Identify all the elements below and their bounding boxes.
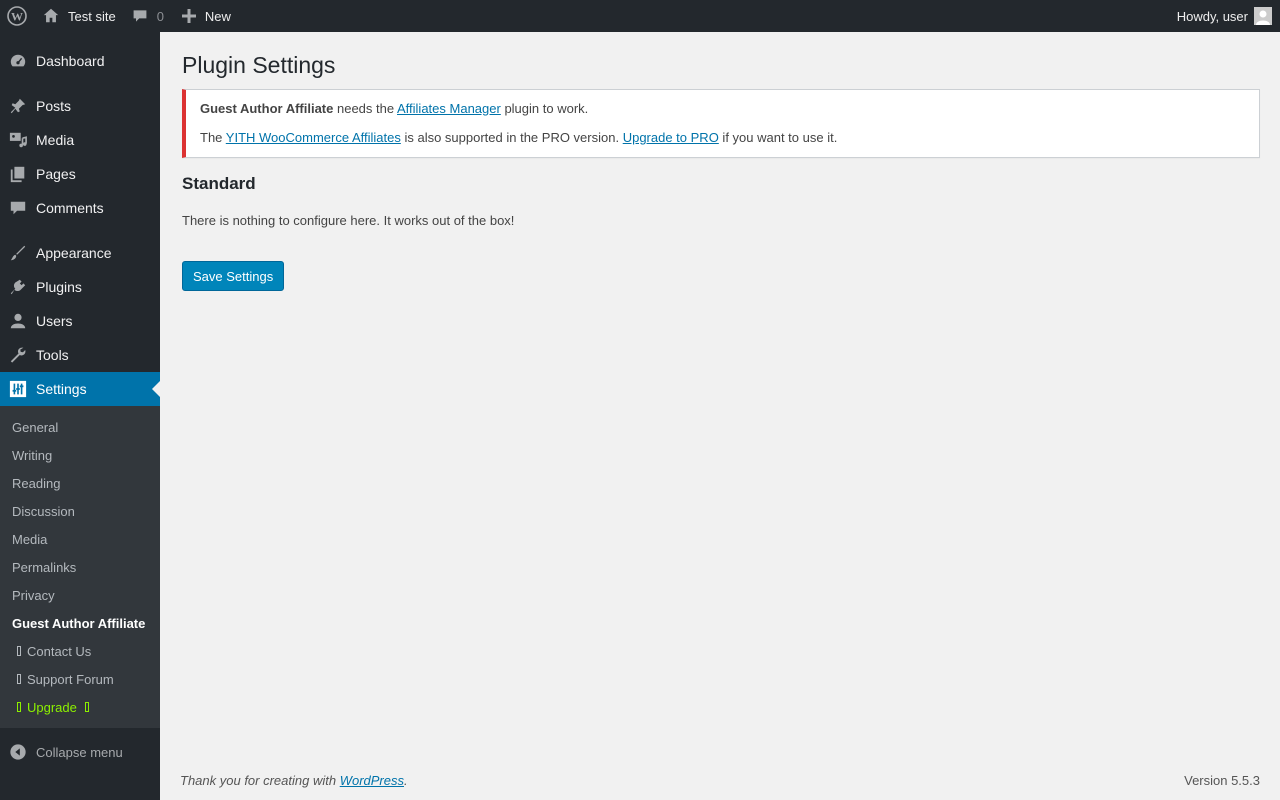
- dashboard-icon: [0, 52, 36, 70]
- sidebar-item-users[interactable]: Users: [0, 304, 160, 338]
- submenu-item-guest-author-affiliate[interactable]: Guest Author Affiliate: [0, 609, 160, 637]
- pages-icon: [0, 165, 36, 183]
- media-icon: [0, 131, 36, 149]
- sidebar-item-label: Comments: [36, 200, 104, 216]
- main-content: Plugin Settings Guest Author Affiliate n…: [182, 32, 1260, 291]
- sidebar-item-label: Appearance: [36, 245, 112, 261]
- footer: Thank you for creating with WordPress. V…: [180, 770, 1260, 790]
- home-icon: [43, 8, 59, 23]
- affiliates-manager-link[interactable]: Affiliates Manager: [397, 101, 501, 116]
- submenu-item-contact-us[interactable]: Contact Us: [0, 637, 160, 665]
- footer-version: Version 5.5.3: [1184, 772, 1260, 788]
- notice-text: needs the: [333, 101, 397, 116]
- notice-text: is also supported in the PRO version.: [400, 130, 623, 145]
- sidebar-item-settings[interactable]: Settings: [0, 372, 160, 406]
- notice-line-1: Guest Author Affiliate needs the Affilia…: [200, 98, 1245, 119]
- submenu-item-label: Contact Us: [27, 643, 92, 659]
- submenu-item-discussion[interactable]: Discussion: [0, 497, 160, 525]
- wordpress-logo-icon[interactable]: W: [0, 0, 34, 32]
- sidebar-item-label: Posts: [36, 98, 72, 114]
- submenu-item-label: Support Forum: [27, 671, 114, 687]
- collapse-menu-label: Collapse menu: [36, 744, 123, 760]
- pin-icon: [0, 97, 36, 115]
- section-title: Standard: [182, 174, 256, 193]
- submenu-item-label: Upgrade: [27, 699, 77, 715]
- page-title: Plugin Settings: [182, 52, 336, 78]
- site-name-link[interactable]: Test site: [34, 0, 124, 32]
- submenu-item-writing[interactable]: Writing: [0, 441, 160, 469]
- notice-text: The: [200, 130, 226, 145]
- sidebar-item-plugins[interactable]: Plugins: [0, 270, 160, 304]
- wordpress-link[interactable]: WordPress: [340, 773, 404, 788]
- sidebar-item-pages[interactable]: Pages: [0, 157, 160, 191]
- submenu-item-permalinks[interactable]: Permalinks: [0, 553, 160, 581]
- comments-count: 0: [156, 8, 164, 24]
- plus-icon: [181, 9, 196, 23]
- brush-icon: [0, 244, 36, 262]
- upgrade-to-pro-link[interactable]: Upgrade to PRO: [623, 130, 719, 145]
- section-description: There is nothing to configure here. It w…: [182, 213, 515, 228]
- greeting: Howdy, user: [1176, 8, 1248, 24]
- admin-sidebar: Dashboard Posts Media Pages Comments App…: [0, 32, 160, 800]
- submenu-item-support-forum[interactable]: Support Forum: [0, 665, 160, 693]
- submenu-item-media[interactable]: Media: [0, 525, 160, 553]
- submenu-item-upgrade[interactable]: Upgrade: [0, 693, 160, 721]
- sidebar-item-appearance[interactable]: Appearance: [0, 236, 160, 270]
- settings-submenu: General Writing Reading Discussion Media…: [0, 406, 160, 728]
- footer-text: .: [404, 772, 408, 788]
- user-icon: [0, 312, 36, 330]
- footer-thanks: Thank you for creating with WordPress.: [180, 773, 408, 788]
- sidebar-item-comments[interactable]: Comments: [0, 191, 160, 225]
- comment-icon: [0, 199, 36, 217]
- footer-text: Thank you for creating with: [180, 772, 340, 788]
- collapse-arrow-icon: [0, 743, 36, 761]
- comments-link[interactable]: 0: [124, 0, 172, 32]
- plug-icon: [0, 278, 36, 296]
- submenu-item-reading[interactable]: Reading: [0, 469, 160, 497]
- wrench-icon: [0, 346, 36, 364]
- admin-bar: W Test site 0 New Howdy, user: [0, 0, 1280, 32]
- missing-glyph-icon: [17, 646, 21, 656]
- sidebar-item-label: Plugins: [36, 279, 82, 295]
- error-notice: Guest Author Affiliate needs the Affilia…: [182, 89, 1260, 158]
- sidebar-item-label: Pages: [36, 166, 76, 182]
- notice-line-2: The YITH WooCommerce Affiliates is also …: [200, 127, 1245, 148]
- sidebar-item-posts[interactable]: Posts: [0, 89, 160, 123]
- sidebar-item-label: Settings: [36, 381, 87, 397]
- missing-glyph-icon: [17, 674, 21, 684]
- sidebar-item-tools[interactable]: Tools: [0, 338, 160, 372]
- avatar: [1254, 7, 1272, 25]
- comment-icon: [133, 10, 147, 22]
- settings-icon: [0, 380, 36, 398]
- sidebar-item-label: Media: [36, 132, 75, 148]
- sidebar-item-label: Dashboard: [36, 53, 105, 69]
- missing-glyph-icon: [17, 702, 21, 712]
- missing-glyph-icon: [84, 702, 89, 712]
- sidebar-item-label: Tools: [36, 347, 69, 363]
- notice-text: plugin to work.: [500, 101, 589, 116]
- notice-text: if you want to use it.: [718, 130, 838, 145]
- submenu-item-general[interactable]: General: [0, 413, 160, 441]
- svg-text:W: W: [11, 10, 23, 24]
- collapse-menu-button[interactable]: Collapse menu: [0, 735, 160, 769]
- yith-affiliates-link[interactable]: YITH WooCommerce Affiliates: [226, 130, 401, 145]
- sidebar-item-label: Users: [36, 313, 73, 329]
- sidebar-item-media[interactable]: Media: [0, 123, 160, 157]
- save-settings-button[interactable]: Save Settings: [182, 261, 285, 291]
- new-content-link[interactable]: New: [172, 0, 239, 32]
- account-menu[interactable]: Howdy, user: [1169, 0, 1280, 32]
- sidebar-item-dashboard[interactable]: Dashboard: [0, 44, 160, 78]
- new-label: New: [204, 8, 231, 24]
- submenu-item-privacy[interactable]: Privacy: [0, 581, 160, 609]
- site-name: Test site: [68, 8, 116, 24]
- notice-plugin-name: Guest Author Affiliate: [200, 101, 334, 116]
